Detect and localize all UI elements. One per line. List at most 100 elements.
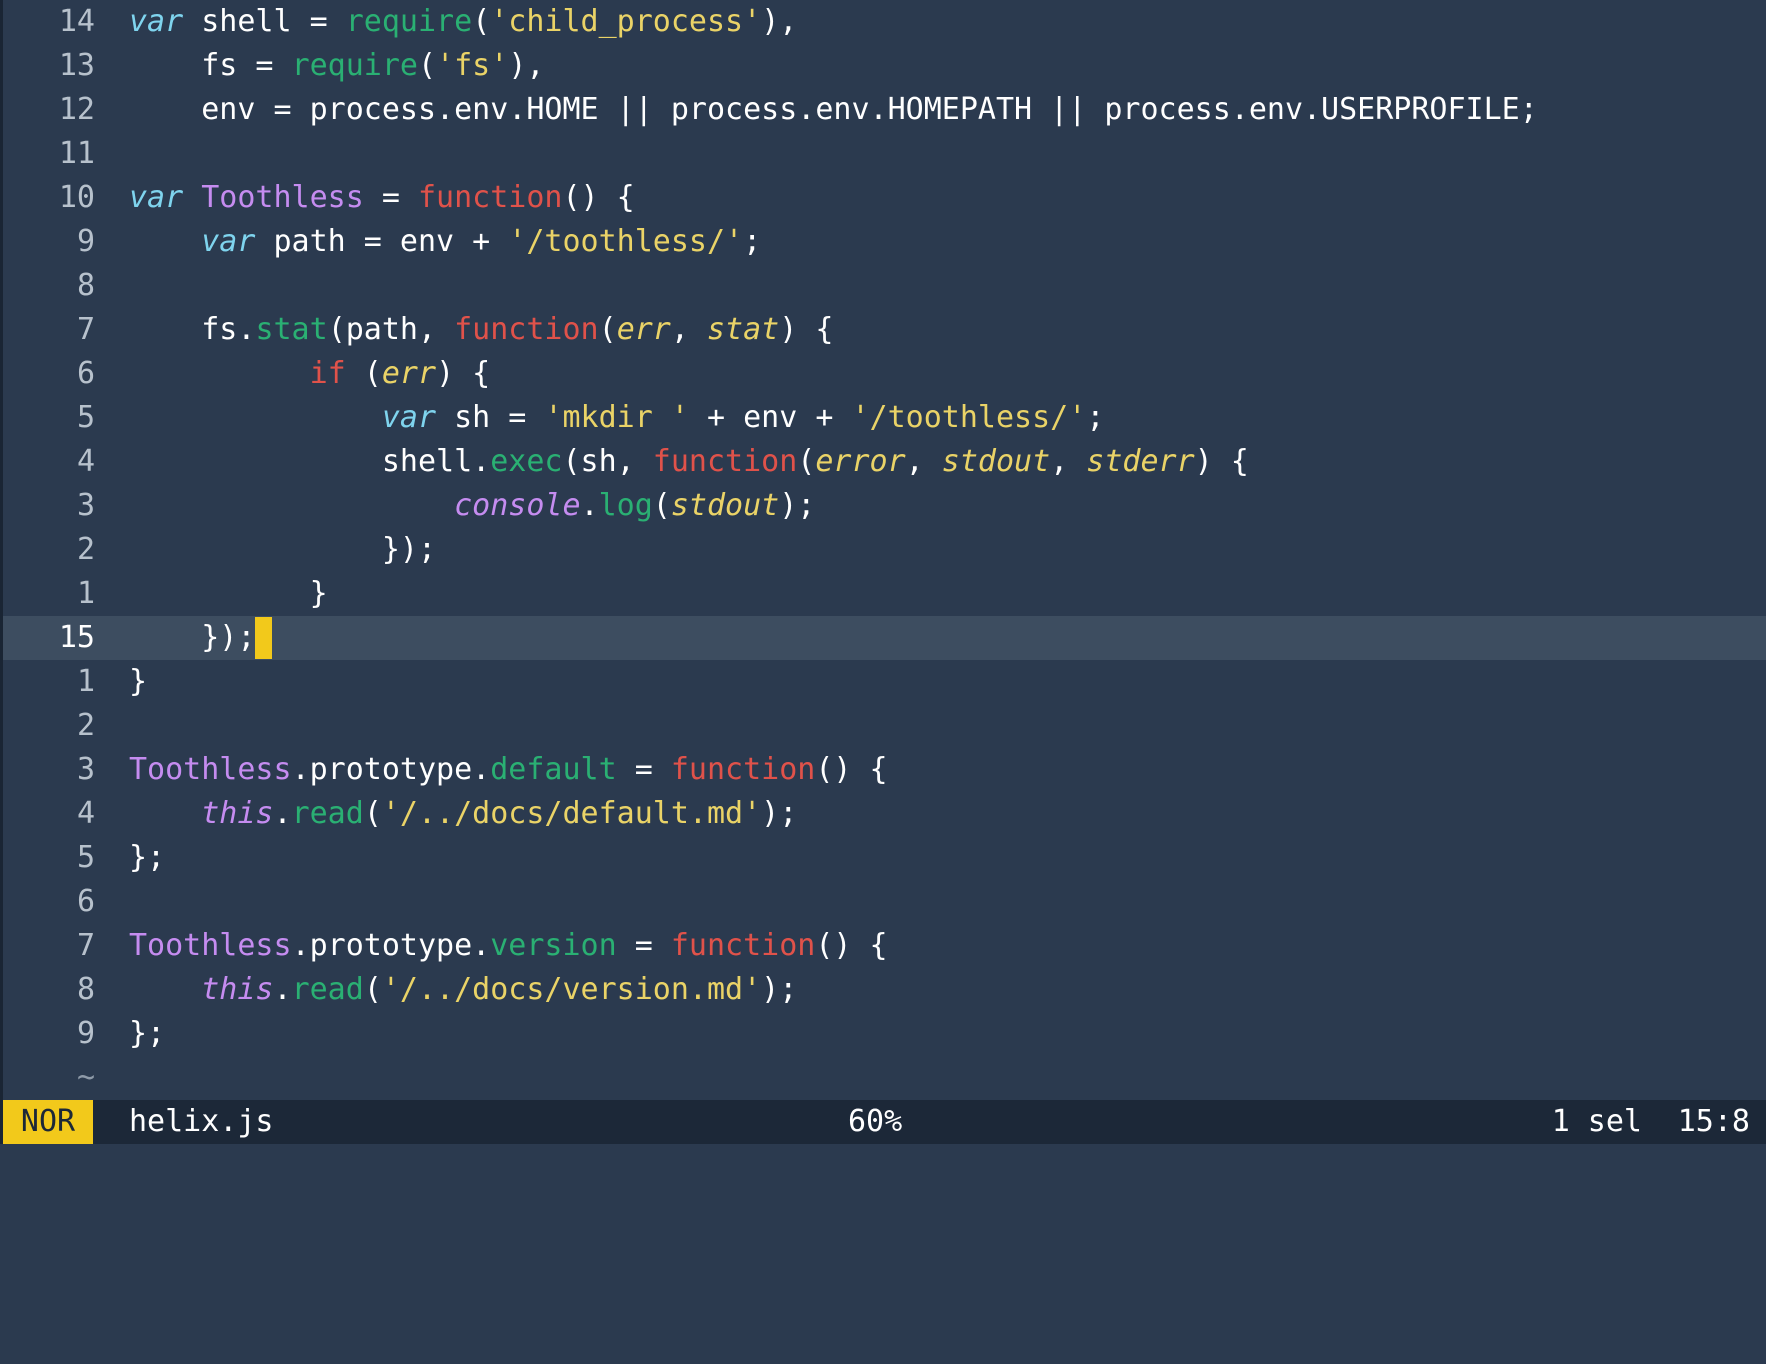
code-token: '/../docs/version.md': [381, 972, 762, 1007]
code-token: () {: [815, 752, 888, 787]
code-line[interactable]: 1 }: [3, 572, 1766, 616]
code-token: error: [815, 444, 906, 479]
code-token: =: [616, 752, 671, 787]
line-content: this.read('/../docs/default.md');: [129, 792, 797, 836]
code-line[interactable]: 2: [3, 704, 1766, 748]
command-line[interactable]: [0, 1144, 1766, 1186]
code-token: function: [454, 312, 599, 347]
code-token: '/../docs/default.md': [381, 796, 762, 831]
code-line[interactable]: ~: [3, 1056, 1766, 1098]
code-token: function: [670, 928, 816, 963]
code-token: () {: [562, 180, 635, 215]
line-number: 15: [58, 620, 95, 655]
line-content: fs.stat(path, function(err, stat) {: [129, 308, 833, 352]
code-token: function: [652, 444, 798, 479]
line-number: 5: [76, 840, 95, 875]
code-line[interactable]: 8 this.read('/../docs/version.md');: [3, 968, 1766, 1012]
code-line[interactable]: 3 Toothless.prototype.default = function(…: [3, 748, 1766, 792]
code-line[interactable]: 7 Toothless.prototype.version = function(…: [3, 924, 1766, 968]
code-token: ;: [743, 224, 762, 259]
code-token: );: [761, 796, 798, 831]
code-token: var: [129, 180, 184, 215]
code-token: ,: [905, 444, 942, 479]
line-number: ~: [76, 1060, 95, 1095]
code-token: var: [381, 400, 437, 435]
code-line[interactable]: 4 this.read('/../docs/default.md');: [3, 792, 1766, 836]
cursor-position: 15:8: [1677, 1104, 1750, 1139]
line-content: }: [129, 572, 328, 616]
code-line[interactable]: 4 shell.exec(sh, function(error, stdout,…: [3, 440, 1766, 484]
code-token: Toothless: [129, 928, 292, 963]
code-token: fs.: [129, 312, 256, 347]
code-editor[interactable]: 14 var shell = require('child_process'), 1…: [3, 0, 1766, 1098]
code-token: 'child_process': [490, 4, 762, 39]
line-number: 2: [76, 708, 95, 743]
code-line[interactable]: 5};: [3, 836, 1766, 880]
line-content: Toothless.prototype.version = function()…: [129, 924, 888, 968]
code-line[interactable]: 9};: [3, 1012, 1766, 1056]
line-number: 10: [58, 180, 95, 215]
code-token: ),: [761, 4, 798, 39]
code-token: stat: [255, 312, 328, 347]
file-name: helix.js: [129, 1104, 274, 1139]
code-token: + env +: [688, 400, 852, 435]
line-content: var Toothless = function() {: [129, 176, 635, 220]
code-line[interactable]: 3 console.log(stdout);: [3, 484, 1766, 528]
line-number: 9: [76, 224, 95, 259]
current-code-line[interactable]: 15 });: [3, 616, 1766, 660]
code-token: =: [363, 180, 418, 215]
code-token: require: [291, 48, 418, 83]
code-token: Toothless: [201, 180, 364, 215]
line-number: 9: [76, 1016, 95, 1051]
code-token: env = process.env.HOME || process.env.HO…: [129, 92, 1538, 127]
code-token: Toothless: [129, 752, 292, 787]
line-content: }: [129, 660, 147, 704]
code-token: path = env +: [255, 224, 509, 259]
line-number: 8: [76, 972, 95, 1007]
statusline: NOR helix.js 60% 1 sel 15:8: [3, 1100, 1766, 1144]
code-line[interactable]: 5 var sh = 'mkdir ' + env + '/toothless/…: [3, 396, 1766, 440]
code-token: (: [598, 312, 617, 347]
code-token: (: [652, 488, 671, 523]
code-line[interactable]: 11: [3, 132, 1766, 176]
code-line[interactable]: 9 var path = env + '/toothless/';: [3, 220, 1766, 264]
code-token: function: [670, 752, 816, 787]
code-token: .: [273, 972, 292, 1007]
line-number: 5: [76, 400, 95, 435]
code-token: ,: [1050, 444, 1087, 479]
line-number: 7: [76, 312, 95, 347]
code-line[interactable]: 2 });: [3, 528, 1766, 572]
code-line[interactable]: 12 env = process.env.HOME || process.env…: [3, 88, 1766, 132]
line-number: 2: [76, 532, 95, 567]
line-content: var sh = 'mkdir ' + env + '/toothless/';: [129, 396, 1105, 440]
line-content: shell.exec(sh, function(error, stdout, s…: [129, 440, 1249, 484]
code-token: sh =: [436, 400, 545, 435]
code-token: =: [616, 928, 671, 963]
code-line[interactable]: 7 fs.stat(path, function(err, stat) {: [3, 308, 1766, 352]
code-token: );: [761, 972, 798, 1007]
code-token: stat: [707, 312, 780, 347]
text-cursor: [255, 617, 273, 659]
code-token: .prototype.: [291, 928, 491, 963]
code-line[interactable]: 14 var shell = require('child_process'),: [3, 0, 1766, 44]
code-token: (: [363, 972, 382, 1007]
code-token: (path,: [327, 312, 455, 347]
code-token: };: [129, 1016, 166, 1051]
code-line[interactable]: 1}: [3, 660, 1766, 704]
code-line[interactable]: 8: [3, 264, 1766, 308]
code-line[interactable]: 10 var Toothless = function() {: [3, 176, 1766, 220]
code-line[interactable]: 6: [3, 880, 1766, 924]
code-line[interactable]: 13 fs = require('fs'),: [3, 44, 1766, 88]
code-token: this: [201, 796, 274, 831]
code-line[interactable]: 6 if (err) {: [3, 352, 1766, 396]
line-number: 12: [58, 92, 95, 127]
code-token: exec: [490, 444, 563, 479]
line-number: 3: [76, 488, 95, 523]
code-token: ),: [508, 48, 545, 83]
code-token: .prototype.: [291, 752, 491, 787]
code-token: fs =: [129, 48, 292, 83]
